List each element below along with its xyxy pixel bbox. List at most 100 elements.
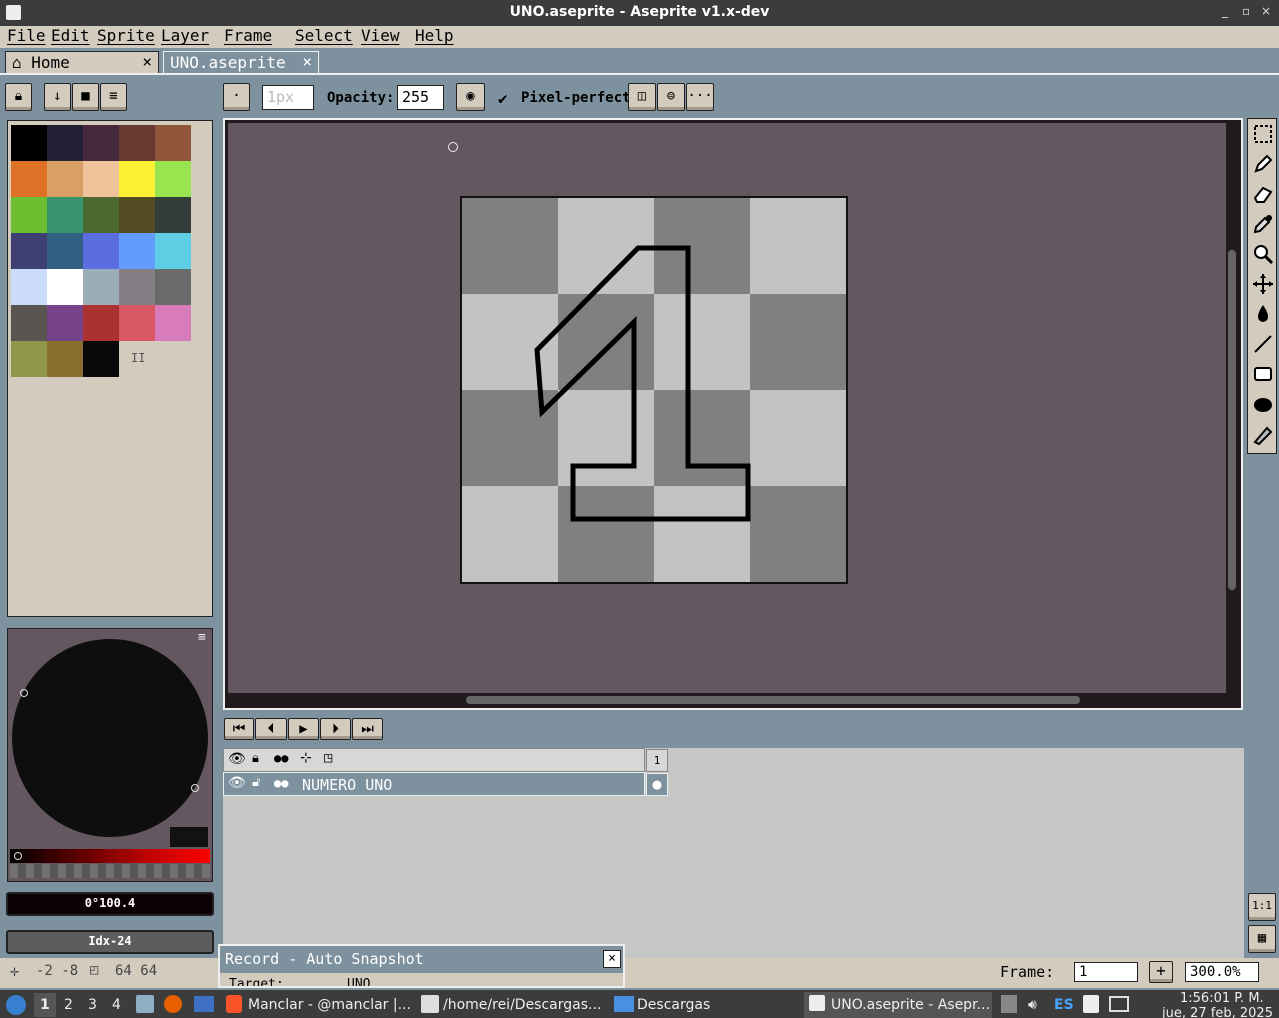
workspace-1[interactable]: 1: [40, 997, 50, 1013]
red-slider-handle[interactable]: [14, 852, 22, 860]
palette-swatch[interactable]: [11, 233, 47, 269]
palette-swatch[interactable]: [47, 269, 83, 305]
wheel-options-icon[interactable]: ≡: [198, 630, 206, 645]
palette-swatch[interactable]: [83, 269, 119, 305]
symmetry-button[interactable]: ◫: [628, 83, 656, 111]
add-frame-button[interactable]: +: [1149, 961, 1173, 983]
start-menu-icon[interactable]: [6, 995, 26, 1015]
palette-swatch[interactable]: [155, 161, 191, 197]
frame-header-1[interactable]: 1: [646, 749, 668, 772]
record-panel-close-button[interactable]: ×: [603, 950, 621, 968]
opacity-input[interactable]: 255: [397, 85, 444, 110]
more-options-button[interactable]: ···: [686, 83, 714, 111]
volume-icon[interactable]: 🔊︎: [1028, 997, 1037, 1013]
taskbar-item-aseprite[interactable]: UNO.aseprite - Asepr...: [831, 997, 990, 1013]
workspace-2[interactable]: 2: [64, 997, 73, 1013]
options-menu-button[interactable]: ≡: [100, 83, 127, 111]
zoom-input[interactable]: 300.0%: [1185, 962, 1259, 982]
rectangle-icon[interactable]: [1251, 362, 1275, 386]
wheel-handle-right[interactable]: [191, 784, 199, 792]
red-slider[interactable]: [10, 849, 210, 863]
palette-swatch[interactable]: [119, 197, 155, 233]
maximize-button[interactable]: ▫: [1242, 4, 1250, 18]
palette-swatch[interactable]: [47, 125, 83, 161]
eraser-icon[interactable]: [1251, 182, 1275, 206]
move-icon[interactable]: [1251, 272, 1275, 296]
taskbar-item-browser[interactable]: Manclar - @manclar |...: [248, 997, 411, 1013]
play-button[interactable]: ▶: [288, 718, 319, 740]
ink-button[interactable]: ◉: [456, 83, 485, 111]
paint-bucket-icon[interactable]: [1251, 302, 1275, 326]
pencil-icon[interactable]: [1251, 152, 1275, 176]
layer-lock-icon[interactable]: 🔓︎: [252, 775, 260, 790]
layer-continuous-icon[interactable]: ●●: [274, 776, 288, 790]
layer-visibility-icon[interactable]: 👁︎: [228, 775, 246, 791]
workspace-4[interactable]: 4: [112, 997, 121, 1013]
show-desktop-icon[interactable]: [194, 996, 214, 1012]
previous-frame-button[interactable]: ⏴: [255, 718, 287, 740]
menu-file[interactable]: File: [7, 26, 46, 45]
palette-swatch[interactable]: [47, 233, 83, 269]
palette-swatch[interactable]: [83, 161, 119, 197]
palette-swatch[interactable]: [11, 305, 47, 341]
wheel-handle-left[interactable]: [20, 689, 28, 697]
blur-icon[interactable]: [1251, 422, 1275, 446]
line-icon[interactable]: [1251, 332, 1275, 356]
palette-swatch[interactable]: [47, 161, 83, 197]
pixel-perfect-label[interactable]: Pixel-perfect: [521, 90, 631, 106]
palette-swatch[interactable]: [155, 197, 191, 233]
layer-row[interactable]: 👁︎ 🔓︎ ●● NUMERO UNO: [223, 772, 645, 796]
color-index-bar[interactable]: Idx-24: [6, 930, 214, 954]
lock-layer-button[interactable]: 🔒︎: [5, 83, 32, 111]
file-manager-launcher-icon[interactable]: [136, 995, 154, 1013]
palette-swatch[interactable]: [155, 233, 191, 269]
foreground-color-bar[interactable]: 0°100.4: [6, 892, 214, 916]
lock-header-icon[interactable]: 🔒︎: [252, 751, 259, 766]
checkmark-icon[interactable]: ✔: [498, 89, 508, 108]
menu-help[interactable]: Help: [415, 26, 454, 45]
minimize-button[interactable]: _: [1222, 4, 1228, 18]
last-frame-button[interactable]: ⏭: [352, 718, 383, 740]
palette-swatch[interactable]: [83, 125, 119, 161]
palette-swatch[interactable]: [155, 305, 191, 341]
continuous-header-icon[interactable]: ●●: [274, 751, 288, 765]
brush-type-button[interactable]: ·: [223, 83, 250, 111]
palette-swatch[interactable]: [83, 233, 119, 269]
tab-home-close-button[interactable]: ×: [142, 52, 152, 71]
palette-swatch[interactable]: [119, 305, 155, 341]
palette-swatch[interactable]: [119, 233, 155, 269]
actual-size-button[interactable]: 1:1: [1248, 893, 1276, 921]
frame-input[interactable]: 1: [1074, 962, 1138, 982]
palette-swatch[interactable]: [11, 125, 47, 161]
menu-frame[interactable]: Frame: [224, 26, 272, 45]
brush-size-input[interactable]: 1px: [262, 85, 314, 110]
tab-home[interactable]: ⌂ Home ×: [5, 51, 159, 73]
palette-swatch[interactable]: [47, 305, 83, 341]
taskbar-item-editor[interactable]: /home/rei/Descargas...: [443, 997, 601, 1013]
menu-select[interactable]: Select: [295, 26, 353, 45]
taskbar-item-folder[interactable]: Descargas: [637, 997, 710, 1013]
firefox-launcher-icon[interactable]: [164, 995, 182, 1013]
palette-swatch[interactable]: [119, 125, 155, 161]
tab-file-close-button[interactable]: ×: [302, 52, 312, 71]
first-frame-button[interactable]: ⏮: [224, 718, 254, 740]
palette-swatch[interactable]: [119, 269, 155, 305]
marquee-select-icon[interactable]: [1251, 122, 1275, 146]
menu-layer[interactable]: Layer: [161, 26, 209, 45]
notes-icon[interactable]: [1083, 995, 1099, 1013]
sprite-canvas[interactable]: [460, 196, 848, 584]
link-cels-icon[interactable]: ⊹: [300, 750, 312, 766]
display-icon[interactable]: [1109, 996, 1129, 1012]
palette-swatch[interactable]: [11, 161, 47, 197]
close-window-button[interactable]: ×: [1261, 4, 1271, 18]
alpha-slider[interactable]: [10, 864, 210, 878]
vertical-scrollbar[interactable]: [1228, 250, 1236, 590]
clock-time[interactable]: 1:56:01 P. M.: [1180, 991, 1264, 1006]
palette-swatch[interactable]: [47, 197, 83, 233]
menu-sprite[interactable]: Sprite: [97, 26, 155, 45]
clipboard-icon[interactable]: [1001, 995, 1017, 1013]
color-wheel[interactable]: [12, 639, 208, 837]
timeline-toggle-button[interactable]: ▦: [1248, 925, 1276, 953]
palette-swatch[interactable]: [155, 125, 191, 161]
palette-swatch[interactable]: [155, 269, 191, 305]
